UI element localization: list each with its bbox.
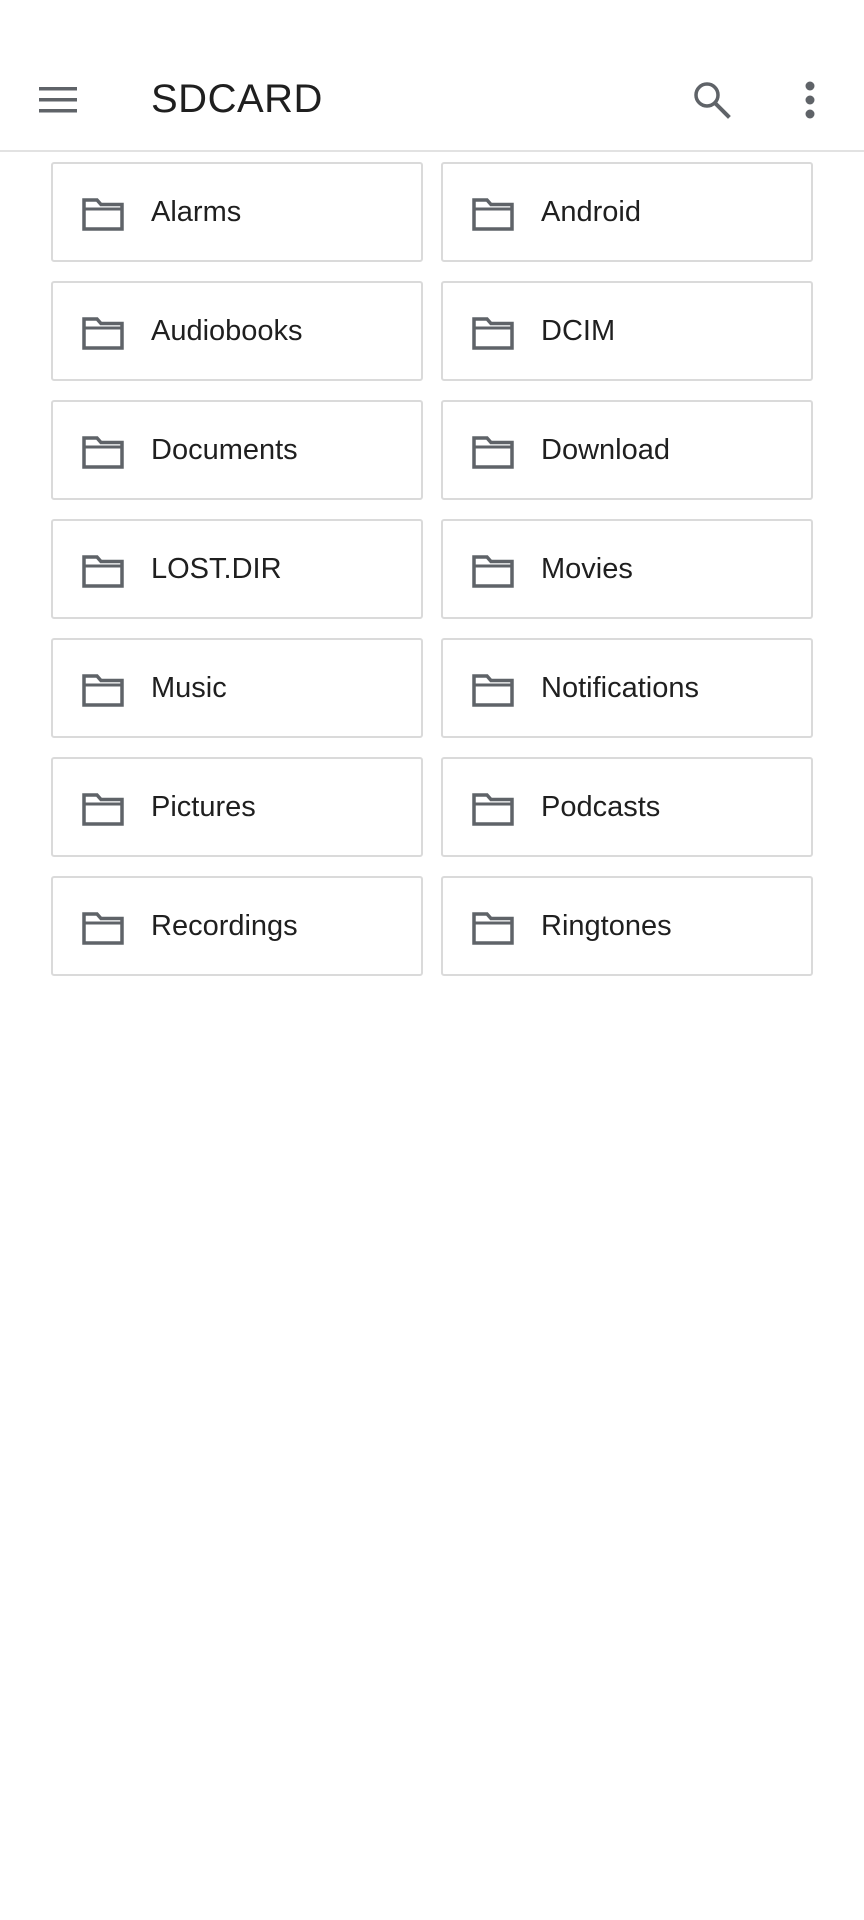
folder-icon <box>81 196 125 232</box>
folder-icon <box>471 553 515 589</box>
folder-icon <box>471 315 515 351</box>
app-bar: SDCARD <box>0 48 864 152</box>
page-title: SDCARD <box>151 77 323 121</box>
folder-icon <box>471 791 515 827</box>
folder-icon <box>471 434 515 470</box>
folder-grid: Alarms Android Audiobooks DCIM Documents Down… <box>51 162 813 976</box>
folder-icon <box>471 196 515 232</box>
menu-button[interactable] <box>23 64 95 136</box>
folder-label: Alarms <box>151 196 242 228</box>
folder-item[interactable]: Movies <box>441 519 813 619</box>
folder-label: Pictures <box>151 791 256 823</box>
folder-label: Download <box>541 434 670 466</box>
folder-label: Recordings <box>151 910 298 942</box>
more-options-button[interactable] <box>774 64 846 136</box>
folder-label: Android <box>541 196 641 228</box>
folder-icon <box>471 910 515 946</box>
folder-label: Audiobooks <box>151 315 303 347</box>
folder-label: DCIM <box>541 315 616 347</box>
folder-item[interactable]: Ringtones <box>441 876 813 976</box>
folder-label: LOST.DIR <box>151 553 282 585</box>
folder-icon <box>81 315 125 351</box>
folder-icon <box>81 672 125 708</box>
folder-item[interactable]: DCIM <box>441 281 813 381</box>
folder-item[interactable]: Recordings <box>51 876 423 976</box>
folder-item[interactable]: Podcasts <box>441 757 813 857</box>
folder-item[interactable]: Pictures <box>51 757 423 857</box>
folder-icon <box>81 910 125 946</box>
folder-label: Podcasts <box>541 791 661 823</box>
folder-item[interactable]: Alarms <box>51 162 423 262</box>
folder-icon <box>471 672 515 708</box>
folder-icon <box>81 553 125 589</box>
folder-item[interactable]: Music <box>51 638 423 738</box>
search-icon <box>694 82 731 119</box>
hamburger-menu-icon <box>39 87 77 113</box>
folder-icon <box>81 434 125 470</box>
folder-item[interactable]: Android <box>441 162 813 262</box>
more-vertical-icon <box>805 81 815 119</box>
folder-item[interactable]: LOST.DIR <box>51 519 423 619</box>
folder-label: Documents <box>151 434 298 466</box>
folder-item[interactable]: Audiobooks <box>51 281 423 381</box>
folder-label: Notifications <box>541 672 699 704</box>
folder-label: Music <box>151 672 227 704</box>
folder-label: Movies <box>541 553 633 585</box>
folder-item[interactable]: Documents <box>51 400 423 500</box>
folder-item[interactable]: Notifications <box>441 638 813 738</box>
folder-label: Ringtones <box>541 910 672 942</box>
folder-icon <box>81 791 125 827</box>
folder-item[interactable]: Download <box>441 400 813 500</box>
screen: SDCARD Alarms Android Audiobooks DCIM Docume… <box>0 0 864 1920</box>
search-button[interactable] <box>676 64 748 136</box>
